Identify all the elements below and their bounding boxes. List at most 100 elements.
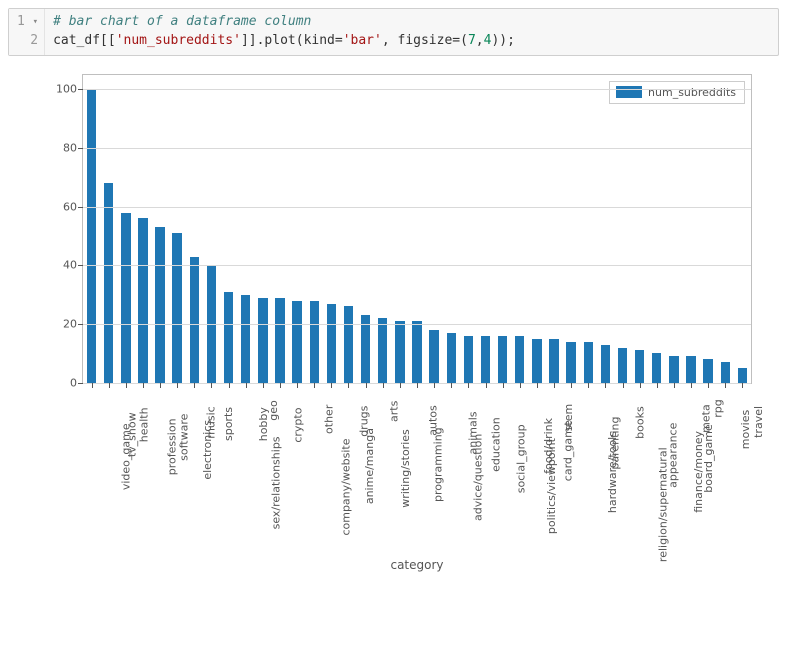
- bar: [292, 301, 301, 383]
- x-tick-label: crypto: [292, 407, 305, 442]
- y-tick-label: 100: [53, 83, 77, 96]
- plot-area: num_subreddits 020406080100: [82, 74, 752, 384]
- bar: [601, 345, 610, 383]
- code-number: 7: [468, 33, 476, 48]
- y-tick-mark: [78, 89, 83, 90]
- x-tick-label: autos: [426, 405, 439, 436]
- bar: [618, 348, 627, 383]
- bar: [258, 298, 267, 383]
- bar: [344, 306, 353, 382]
- x-tick-label: rpg: [711, 399, 724, 418]
- code-content[interactable]: # bar chart of a dataframe column cat_df…: [45, 9, 778, 55]
- bar: [412, 321, 421, 383]
- code-ident: cat_df: [53, 33, 100, 48]
- run-cell-icon[interactable]: ▾: [33, 16, 38, 29]
- x-tick-label: movies: [739, 409, 752, 449]
- x-tick-label: company/website: [340, 438, 353, 535]
- bar: [464, 336, 473, 383]
- x-tick-label: software: [178, 413, 191, 460]
- code-gutter: 1 ▾ 2: [9, 9, 45, 55]
- gridline-h: [83, 89, 751, 90]
- code-string: 'bar': [343, 33, 382, 48]
- code-comment: # bar chart of a dataframe column: [53, 14, 311, 29]
- bar: [481, 336, 490, 383]
- x-axis-title: category: [82, 558, 752, 572]
- x-tick-label: arts: [387, 400, 400, 421]
- bar: [721, 362, 730, 383]
- x-tick-label: drugs: [358, 405, 371, 436]
- bar: [515, 336, 524, 383]
- bar: [652, 353, 661, 382]
- x-tick-label: health: [137, 407, 150, 442]
- bar: [104, 183, 113, 382]
- bar: [532, 339, 541, 383]
- gridline-h: [83, 207, 751, 208]
- y-tick-label: 0: [53, 376, 77, 389]
- x-tick-label: stem: [562, 403, 575, 431]
- x-tick-label: parenting: [609, 416, 622, 469]
- bar: [429, 330, 438, 383]
- x-tick-label: education: [490, 417, 503, 472]
- bar: [738, 368, 747, 383]
- bar: [121, 213, 130, 383]
- bar: [669, 356, 678, 382]
- y-tick-label: 60: [53, 200, 77, 213]
- bar: [584, 342, 593, 383]
- bars-container: [83, 75, 751, 383]
- bar: [327, 304, 336, 383]
- bar: [549, 339, 558, 383]
- bar: [172, 233, 181, 383]
- bar: [566, 342, 575, 383]
- bar: [498, 336, 507, 383]
- x-tick-label: food/drink: [542, 418, 555, 474]
- x-tick-label: writing/stories: [399, 429, 412, 507]
- x-tick-label: travel: [752, 406, 765, 438]
- bar: [378, 318, 387, 383]
- bar: [310, 301, 319, 383]
- gridline-h: [83, 265, 751, 266]
- x-tick-label: books: [633, 406, 646, 439]
- x-tick-label: programming: [431, 427, 444, 502]
- line-number: 2: [30, 33, 38, 48]
- code-string: 'num_subreddits': [116, 33, 241, 48]
- code-cell[interactable]: 1 ▾ 2 # bar chart of a dataframe column …: [8, 8, 779, 56]
- gridline-h: [83, 148, 751, 149]
- x-tick-label: profession: [165, 418, 178, 475]
- x-tick-label: tv_show: [125, 412, 138, 457]
- y-tick-mark: [78, 324, 83, 325]
- x-tick-label: sex/relationships: [269, 436, 282, 529]
- y-tick-label: 40: [53, 259, 77, 272]
- bar: [361, 315, 370, 382]
- x-tick-label: social_group: [514, 424, 527, 493]
- bar: [275, 298, 284, 383]
- bar: [138, 218, 147, 382]
- x-tick-label: board_game: [702, 424, 715, 492]
- bar-chart: num_subreddits 020406080100 video_gametv…: [52, 74, 752, 572]
- y-tick-mark: [78, 148, 83, 149]
- x-tick-label: music: [205, 406, 218, 439]
- x-tick-label: animals: [467, 411, 480, 454]
- bar: [395, 321, 404, 383]
- bar: [87, 89, 96, 382]
- y-tick-mark: [78, 265, 83, 266]
- x-tick-label: other: [323, 404, 336, 433]
- gridline-h: [83, 324, 751, 325]
- bar: [155, 227, 164, 382]
- y-tick-mark: [78, 207, 83, 208]
- y-tick-label: 80: [53, 142, 77, 155]
- x-tick-label: appearance: [666, 422, 679, 487]
- bar: [703, 359, 712, 382]
- x-tick-labels: video_gametv_showhealthprofessionsoftwar…: [82, 384, 752, 554]
- y-tick-label: 20: [53, 318, 77, 331]
- bar: [635, 350, 644, 382]
- bar: [224, 292, 233, 383]
- bar: [190, 257, 199, 383]
- line-number: 1: [17, 14, 25, 29]
- bar: [686, 356, 695, 382]
- output-area: num_subreddits 020406080100 video_gametv…: [8, 74, 779, 572]
- x-tick-label: geo: [267, 400, 280, 420]
- bar: [241, 295, 250, 383]
- x-tick-label: sports: [222, 407, 235, 441]
- bar: [447, 333, 456, 383]
- x-tick-label: anime/manga: [363, 428, 376, 504]
